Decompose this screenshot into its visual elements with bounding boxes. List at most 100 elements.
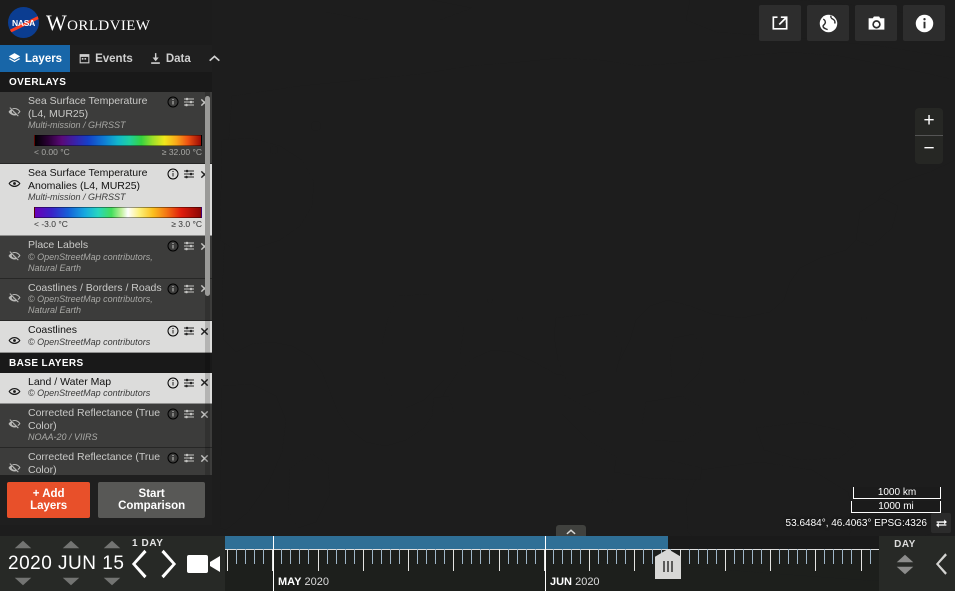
layer-item-corrected-reflectance-noaa20[interactable]: Corrected Reflectance (True Color) NOAA-…: [0, 404, 212, 448]
overlays-header: OVERLAYS: [0, 72, 212, 92]
layer-actions: [167, 407, 210, 420]
timeline-day-tick: [869, 549, 871, 564]
legend-max-label: ≥ 3.0 °C: [171, 219, 202, 229]
visibility-toggle-hidden-icon[interactable]: [0, 236, 28, 266]
layer-info-icon[interactable]: [167, 452, 179, 464]
chevron-right-icon[interactable]: [155, 549, 177, 579]
timeline-axis[interactable]: MAY 2020 JUN 2020: [225, 536, 879, 591]
layer-info-icon[interactable]: [167, 240, 179, 252]
layer-subtitle: Multi-mission / GHRSST: [28, 192, 126, 202]
sidebar-collapse-button[interactable]: [199, 45, 230, 72]
tab-events-label: Events: [95, 52, 133, 65]
visibility-toggle-hidden-icon[interactable]: [0, 92, 28, 122]
layer-item-sea-surface-temperature-anomalies[interactable]: Sea Surface Temperature Anomalies (L4, M…: [0, 164, 212, 236]
timeline-day-tick: [245, 549, 247, 564]
spinner-up-icon[interactable]: [62, 540, 80, 549]
layer-settings-icon[interactable]: [183, 240, 195, 252]
swap-icon[interactable]: [931, 513, 951, 533]
layer-settings-icon[interactable]: [183, 283, 195, 295]
tab-data[interactable]: Data: [141, 45, 199, 72]
layer-item-coastlines[interactable]: Coastlines © OpenStreetMap contributors: [0, 321, 212, 353]
timeline-day-tick: [688, 549, 690, 564]
layer-info-icon[interactable]: [167, 377, 179, 389]
layer-info-icon[interactable]: [167, 283, 179, 295]
layer-list-scroll[interactable]: Sea Surface Temperature (L4, MUR25) Mult…: [0, 92, 212, 475]
visibility-toggle-visible-icon[interactable]: [0, 321, 28, 351]
timeline-step-controls: [131, 549, 177, 579]
layer-info-icon[interactable]: [167, 325, 179, 337]
timeline-week-tick: [498, 549, 500, 571]
zoom-in-button[interactable]: +: [915, 108, 943, 136]
layer-scrollbar-thumb[interactable]: [205, 96, 210, 296]
layer-info-icon[interactable]: [167, 96, 179, 108]
timeline-hide-button[interactable]: [931, 536, 955, 591]
legend-min-label: < 0.00 °C: [34, 147, 70, 157]
layer-settings-icon[interactable]: [183, 377, 195, 389]
info-icon[interactable]: [903, 5, 945, 41]
layer-header: Land / Water Map © OpenStreetMap contrib…: [28, 376, 210, 400]
scale-bar-km[interactable]: 1000 km: [853, 487, 941, 499]
timeline-week-tick: [227, 549, 228, 571]
spinner-up-icon[interactable]: [103, 540, 121, 549]
timeline-interval-label[interactable]: 1 DAY: [132, 538, 164, 549]
start-comparison-button[interactable]: Start Comparison: [98, 482, 205, 518]
zoom-out-button[interactable]: −: [915, 136, 943, 164]
spinner-up-icon[interactable]: [896, 554, 914, 563]
visibility-toggle-visible-icon[interactable]: [0, 373, 28, 403]
layer-item-sea-surface-temperature[interactable]: Sea Surface Temperature (L4, MUR25) Mult…: [0, 92, 212, 164]
layer-header: Coastlines © OpenStreetMap contributors: [28, 324, 210, 348]
projection-icon[interactable]: [807, 5, 849, 41]
layer-settings-icon[interactable]: [183, 452, 195, 464]
layer-header: Corrected Reflectance (True Color) Suomi…: [28, 451, 210, 475]
date-day-spinner[interactable]: [103, 540, 121, 586]
add-layers-button[interactable]: + Add Layers: [7, 482, 91, 518]
timeline-day-tick: [552, 549, 554, 564]
layer-subtitle: © OpenStreetMap contributors, Natural Ea…: [28, 251, 153, 273]
layer-item-land-water-map[interactable]: Land / Water Map © OpenStreetMap contrib…: [0, 372, 212, 404]
timeline-day-tick: [652, 549, 654, 564]
chevron-left-icon[interactable]: [131, 549, 153, 579]
date-year-spinner[interactable]: [14, 540, 32, 586]
spinner-up-icon[interactable]: [14, 540, 32, 549]
layer-info-icon[interactable]: [167, 168, 179, 180]
layer-settings-icon[interactable]: [183, 168, 195, 180]
layer-item-place-labels[interactable]: Place Labels © OpenStreetMap contributor…: [0, 236, 212, 279]
spinner-down-icon[interactable]: [103, 577, 121, 586]
layer-settings-icon[interactable]: [183, 96, 195, 108]
layer-info-icon[interactable]: [167, 408, 179, 420]
layer-item-corrected-reflectance-suominpp[interactable]: Corrected Reflectance (True Color) Suomi…: [0, 448, 212, 475]
share-icon[interactable]: [759, 5, 801, 41]
layer-item-coastlines-borders-roads[interactable]: Coastlines / Borders / Roads © OpenStree…: [0, 278, 212, 321]
visibility-toggle-visible-icon[interactable]: [0, 164, 28, 194]
layer-settings-icon[interactable]: [183, 408, 195, 420]
spinner-down-icon[interactable]: [62, 577, 80, 586]
layer-body: Coastlines / Borders / Roads © OpenStree…: [28, 279, 212, 321]
video-camera-icon[interactable]: [186, 551, 222, 577]
layer-subtitle: © OpenStreetMap contributors, Natural Ea…: [28, 294, 153, 315]
base-layers-header: BASE LAYERS: [0, 352, 212, 373]
layer-body: Sea Surface Temperature Anomalies (L4, M…: [28, 164, 212, 235]
layer-legend[interactable]: < -3.0 °C ≥ 3.0 °C: [28, 203, 210, 231]
timeline-day-tick: [489, 549, 491, 564]
layer-legend[interactable]: < 0.00 °C ≥ 32.00 °C: [28, 131, 210, 159]
nasa-logo: NASA: [8, 7, 39, 38]
visibility-toggle-hidden-icon[interactable]: [0, 404, 28, 434]
scale-row-mi: 1000 mi: [851, 501, 941, 513]
camera-icon[interactable]: [855, 5, 897, 41]
legend-labels: < 0.00 °C ≥ 32.00 °C: [34, 146, 202, 157]
spinner-down-icon[interactable]: [14, 577, 32, 586]
layer-title: Corrected Reflectance (True Color): [28, 407, 161, 432]
timeline-zoom-level[interactable]: DAY: [879, 536, 931, 591]
scale-bar-mi[interactable]: 1000 mi: [851, 501, 941, 513]
timeline-day-handle[interactable]: [655, 549, 681, 579]
date-month-spinner[interactable]: [62, 540, 80, 586]
visibility-toggle-hidden-icon[interactable]: [0, 448, 28, 475]
layer-settings-icon[interactable]: [183, 325, 195, 337]
layer-header: Sea Surface Temperature Anomalies (L4, M…: [28, 167, 210, 203]
timeline-day-tick: [643, 549, 645, 564]
spinner-down-icon[interactable]: [896, 566, 914, 575]
tab-layers[interactable]: Layers: [0, 45, 71, 72]
visibility-toggle-hidden-icon[interactable]: [0, 279, 28, 309]
tab-events[interactable]: Events: [70, 45, 141, 72]
timeline-day-tick: [281, 549, 283, 564]
